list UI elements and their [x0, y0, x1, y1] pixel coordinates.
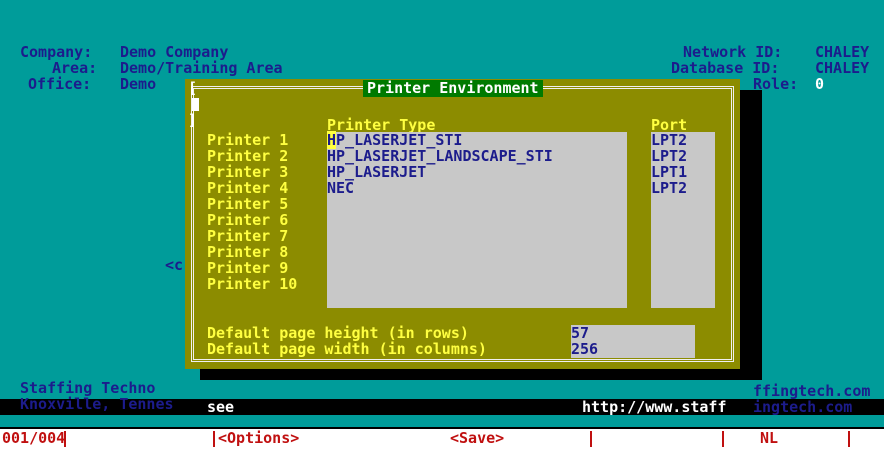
status-separator [64, 431, 66, 447]
company-value: Demo Company [120, 43, 229, 61]
printer-label: Printer 3 [207, 163, 289, 181]
port-value[interactable]: LPT2 [651, 132, 687, 148]
company-label: Company: [20, 43, 93, 61]
page-width-label: Default page width (in columns) [207, 340, 487, 358]
printer-label: Printer 1 [207, 131, 289, 149]
page-width-input[interactable]: 256 [571, 341, 598, 357]
printer-label: Printer 2 [207, 147, 289, 165]
background-option-fragment: <c [165, 256, 184, 274]
footer-location-continued: see [207, 398, 235, 416]
status-bar: 001/004 <Options> <Save> NL [0, 427, 884, 449]
printer-label: Printer 5 [207, 195, 289, 213]
port-value[interactable]: LPT2 [651, 148, 687, 164]
printer-label: Printer 7 [207, 227, 289, 245]
role-value: 0 [815, 75, 825, 93]
status-separator [848, 431, 850, 447]
network-id-value: CHALEY [815, 43, 870, 61]
footer-url-prefix: http://www.staff [582, 398, 727, 416]
printer-type-value[interactable]: HP_LASERJET_STI [327, 131, 462, 149]
save-button[interactable]: <Save> [450, 430, 504, 447]
printer-environment-dialog: [] Printer Environment Printer Type Port… [185, 79, 740, 369]
printer-type-value[interactable]: HP_LASERJET [327, 164, 426, 180]
page-height-label: Default page height (in rows) [207, 324, 469, 342]
printer-label: Printer 8 [207, 243, 289, 261]
status-separator [590, 431, 592, 447]
close-box-icon[interactable]: [] [188, 80, 208, 128]
office-label: Office: [28, 75, 92, 93]
record-counter: 001/004 [2, 429, 66, 447]
mode-indicator: NL [760, 429, 779, 447]
office-value: Demo [120, 75, 157, 93]
printer-type-value[interactable]: NEC [327, 180, 354, 196]
footer-company-left: Staffing Techno [20, 379, 156, 397]
printer-label: Printer 4 [207, 179, 289, 197]
dialog-title: Printer Environment [363, 80, 543, 97]
area-label: Area: [52, 59, 98, 77]
footer-location-left: Knoxville, Tennes [20, 395, 174, 413]
printer-label: Printer 9 [207, 259, 289, 277]
page-height-input[interactable]: 57 [571, 325, 589, 341]
network-id-label: Network ID: [683, 43, 783, 61]
options-button[interactable]: <Options> [218, 430, 299, 447]
footer-url-suffix: ingtech.com [753, 398, 853, 416]
printer-label: Printer 10 [207, 275, 298, 293]
port-value[interactable]: LPT1 [651, 164, 687, 180]
area-value: Demo/Training Area [120, 59, 283, 77]
footer-domain-right: ffingtech.com [753, 382, 871, 400]
database-id-value: CHALEY [815, 59, 870, 77]
status-separator [213, 431, 215, 447]
port-value[interactable]: LPT2 [651, 180, 687, 196]
printer-label: Printer 6 [207, 211, 289, 229]
status-separator [722, 431, 724, 447]
terminal-screen: Company: Demo Company Area: Demo/Trainin… [0, 0, 884, 427]
database-id-label: Database ID: [671, 59, 780, 77]
printer-type-value[interactable]: HP_LASERJET_LANDSCAPE_STI [327, 148, 553, 164]
